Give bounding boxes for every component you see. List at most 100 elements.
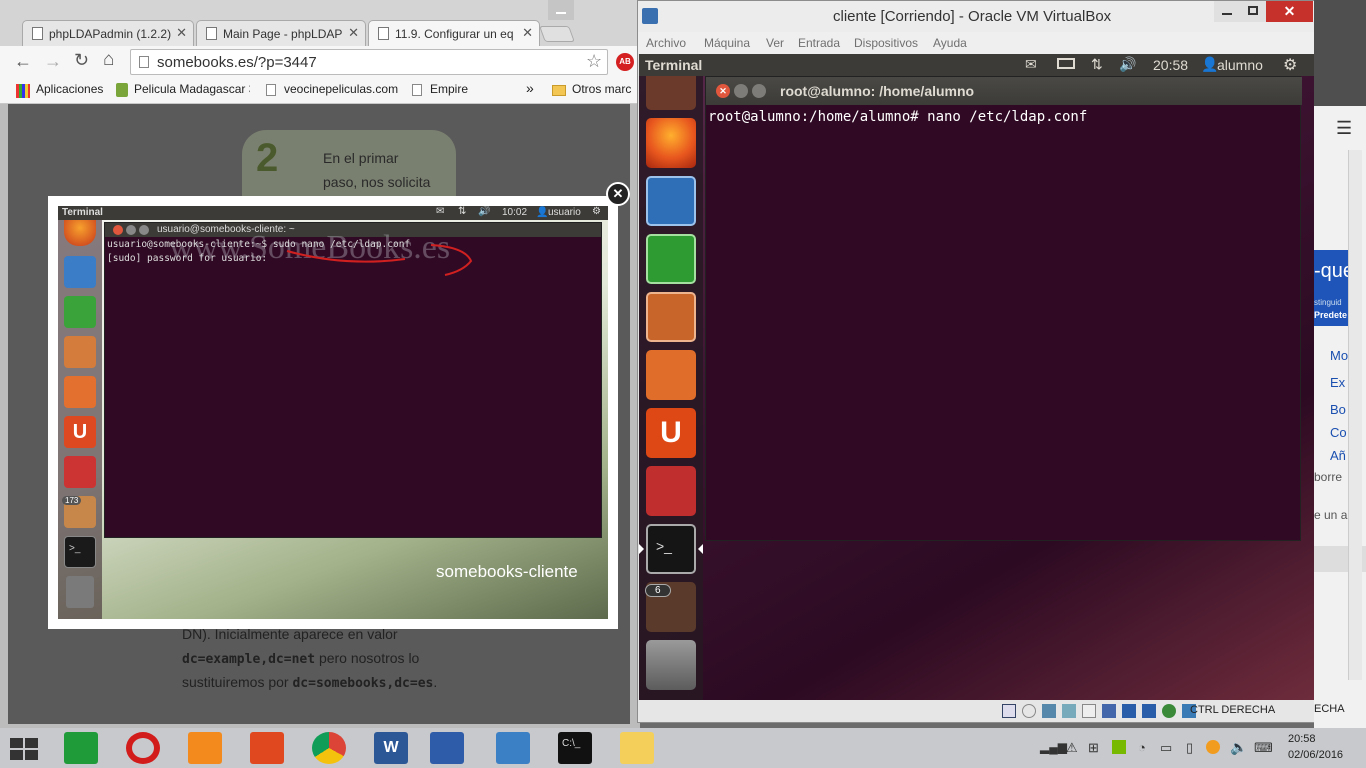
close-tab-icon[interactable]: ✕ xyxy=(348,25,359,41)
home-icon[interactable]: ⌂ xyxy=(103,49,114,71)
url-text: somebooks.es/?p=3447 xyxy=(157,54,317,71)
adblock-icon[interactable]: AB xyxy=(616,53,634,71)
terminal-line[interactable]: root@alumno:/home/alumno# nano /etc/ldap… xyxy=(708,109,1087,125)
bookmark-empire[interactable]: Empire xyxy=(430,82,468,96)
menu-icon[interactable]: ☰ xyxy=(1336,118,1352,139)
calc-icon[interactable] xyxy=(646,234,696,284)
volume-icon[interactable]: 🔊 xyxy=(1119,56,1136,73)
chrome-icon[interactable] xyxy=(312,732,346,764)
clock-time[interactable]: 20:58 xyxy=(1288,733,1316,745)
bg-link[interactable]: Ex xyxy=(1330,375,1345,390)
menu-dispositivos[interactable]: Dispositivos xyxy=(854,36,918,50)
opera-icon[interactable] xyxy=(126,732,160,764)
bg-link[interactable]: Bo xyxy=(1330,402,1346,417)
nvidia-icon[interactable] xyxy=(1112,740,1126,754)
keyboard-icon[interactable]: ⌨ xyxy=(1254,740,1273,756)
back-icon[interactable]: ← xyxy=(14,51,32,72)
mail-icon[interactable]: ✉ xyxy=(1025,56,1037,73)
star-icon[interactable]: ☆ xyxy=(586,51,602,72)
close-tab-icon[interactable]: ✕ xyxy=(522,25,533,41)
shared-folder-icon[interactable] xyxy=(1082,704,1096,718)
maximize-icon[interactable] xyxy=(752,84,766,98)
close-icon[interactable]: ✕ xyxy=(716,84,730,98)
bookmark-aplicaciones[interactable]: Aplicaciones xyxy=(36,82,103,96)
tab-phpldapadmin[interactable]: phpLDAPadmin (1.2.2) ✕ xyxy=(22,20,194,46)
software-center-icon[interactable] xyxy=(646,350,696,400)
avast-icon[interactable] xyxy=(1206,740,1220,754)
new-tab-button[interactable] xyxy=(539,26,575,42)
cmd-icon[interactable]: C:\_ xyxy=(558,732,592,764)
battery-icon[interactable]: ▯ xyxy=(1186,740,1193,756)
bg-link[interactable]: Co xyxy=(1330,425,1347,440)
speaker-icon[interactable]: 🔈 xyxy=(1230,739,1247,756)
panel-app-title: Terminal xyxy=(645,57,703,73)
capture-icon[interactable] xyxy=(1122,704,1136,718)
page-icon xyxy=(266,84,276,96)
step-number: 2 xyxy=(256,136,279,180)
start-button[interactable] xyxy=(10,738,38,760)
firefox-icon[interactable] xyxy=(646,118,696,168)
usb-icon[interactable] xyxy=(1062,704,1076,718)
control-panel-icon[interactable] xyxy=(496,732,530,764)
cd-icon[interactable] xyxy=(1022,704,1036,718)
user-icon: 👤 xyxy=(536,207,549,218)
tab-main-page[interactable]: Main Page - phpLDAP ✕ xyxy=(196,20,366,46)
forward-icon[interactable]: → xyxy=(44,51,62,72)
bg-link[interactable]: Mo xyxy=(1330,348,1348,363)
file-explorer-icon[interactable] xyxy=(620,732,654,764)
menu-maquina[interactable]: Máquina xyxy=(704,36,750,50)
address-bar[interactable]: somebooks.es/?p=3447 ☆ xyxy=(130,49,608,75)
maximize-button[interactable] xyxy=(1240,1,1266,22)
close-tab-icon[interactable]: ✕ xyxy=(176,25,187,41)
battery-icon[interactable] xyxy=(1057,58,1075,69)
tab-configurar[interactable]: 11.9. Configurar un eq ✕ xyxy=(368,20,540,46)
bg-header xyxy=(1314,0,1366,106)
reload-icon[interactable]: ↻ xyxy=(74,50,89,71)
menu-ayuda[interactable]: Ayuda xyxy=(933,36,967,50)
minimize-icon[interactable] xyxy=(734,84,748,98)
cpu-icon[interactable] xyxy=(1142,704,1156,718)
bookmark-pelicula[interactable]: Pelicula Madagascar 3 xyxy=(134,82,250,96)
launcher-item-top[interactable] xyxy=(646,76,696,110)
additions-icon[interactable] xyxy=(1162,704,1176,718)
store-icon[interactable] xyxy=(64,732,98,764)
bg-link[interactable]: Añ xyxy=(1330,448,1346,463)
presentation-icon[interactable] xyxy=(250,732,284,764)
bookmark-otros[interactable]: Otros marc xyxy=(572,82,631,96)
virtualbox-icon[interactable] xyxy=(430,732,464,764)
clock-date[interactable]: 02/06/2016 xyxy=(1288,749,1343,761)
system-settings-icon[interactable] xyxy=(646,466,696,516)
network-adapter-icon[interactable] xyxy=(1042,704,1056,718)
menu-archivo[interactable]: Archivo xyxy=(646,36,686,50)
menu-entrada[interactable]: Entrada xyxy=(798,36,840,50)
media-player-icon[interactable] xyxy=(188,732,222,764)
minimize-button[interactable] xyxy=(548,0,574,20)
gear-icon[interactable]: ⚙ xyxy=(1283,55,1297,75)
wifi-icon[interactable]: ◔ xyxy=(1138,740,1146,755)
bookmarks-overflow[interactable]: » xyxy=(526,80,534,96)
monitor-icon[interactable]: ▭ xyxy=(1160,740,1172,756)
panel-user[interactable]: alumno xyxy=(1217,57,1263,73)
network-icon[interactable]: ⇅ xyxy=(1091,56,1103,73)
bookmark-veocine[interactable]: veocinepeliculas.com xyxy=(284,82,398,96)
terminal-title: root@alumno: /home/alumno xyxy=(780,83,975,99)
hdd-icon[interactable] xyxy=(1002,704,1016,718)
impress-icon[interactable] xyxy=(646,292,696,342)
word-icon[interactable]: W xyxy=(374,732,408,764)
user-icon[interactable]: 👤 xyxy=(1201,56,1218,73)
minimize-button[interactable] xyxy=(1214,1,1240,22)
writer-icon[interactable] xyxy=(646,176,696,226)
terminal-icon[interactable]: >_ xyxy=(646,524,696,574)
lightbox-close-button[interactable]: ✕ xyxy=(606,182,630,206)
signal-icon[interactable]: ▂▄▆ xyxy=(1040,740,1067,754)
close-button[interactable]: ✕ xyxy=(1266,1,1313,22)
trash-icon[interactable] xyxy=(646,640,696,690)
warning-icon[interactable]: ⚠ xyxy=(1066,740,1078,756)
windows-icon[interactable]: ⊞ xyxy=(1088,740,1099,756)
menu-ver[interactable]: Ver xyxy=(766,36,784,50)
panel-clock[interactable]: 20:58 xyxy=(1153,57,1188,73)
scrollbar[interactable] xyxy=(1348,150,1362,680)
ubuntu-one-icon[interactable]: U xyxy=(646,408,696,458)
display-icon[interactable] xyxy=(1102,704,1116,718)
calc-icon xyxy=(64,296,96,328)
